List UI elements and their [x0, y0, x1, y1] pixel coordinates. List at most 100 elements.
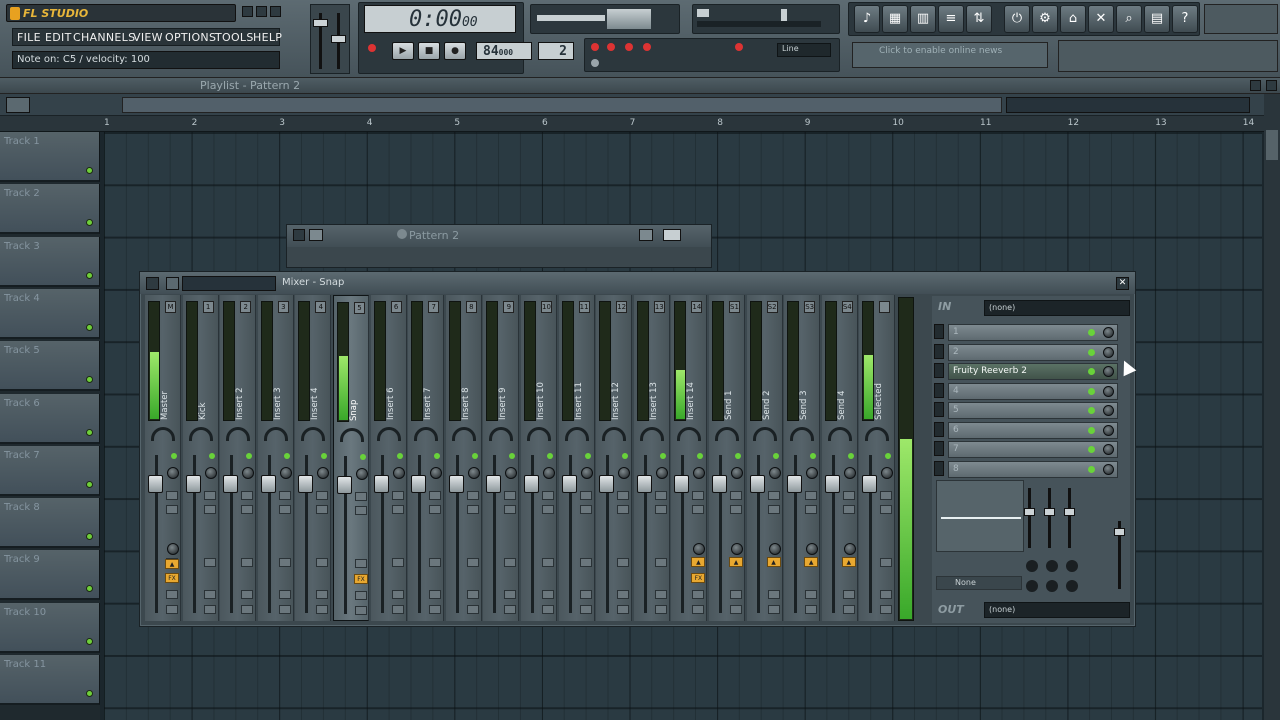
- panning-knob[interactable]: [715, 427, 739, 441]
- mixer-strip[interactable]: Selected: [859, 295, 896, 621]
- track-mute-led[interactable]: [86, 376, 93, 384]
- mixer-strip[interactable]: S4 Send 4 ▲: [821, 295, 858, 621]
- volume-fader[interactable]: [561, 475, 577, 493]
- route-slot[interactable]: [504, 590, 517, 599]
- fx-mix-knob[interactable]: [1103, 327, 1114, 338]
- stereo-separation-knob[interactable]: [806, 467, 819, 479]
- track-header[interactable]: Track 9: [0, 550, 100, 601]
- mute-led[interactable]: [509, 453, 516, 459]
- route-slot[interactable]: [617, 605, 630, 614]
- route-slot[interactable]: [579, 605, 592, 614]
- stop-button[interactable]: ■: [418, 42, 440, 60]
- eq-freq-knob[interactable]: [1066, 560, 1078, 572]
- fx-slot-menu-button[interactable]: [934, 363, 944, 378]
- master-volume-slider[interactable]: [313, 19, 328, 27]
- gear-icon[interactable]: [397, 229, 407, 239]
- eq-mid-slider[interactable]: [1044, 508, 1055, 516]
- mixer-strip[interactable]: 13 Insert 13: [633, 295, 670, 621]
- route-slot[interactable]: [654, 605, 667, 614]
- mixer-strip[interactable]: 3 Insert 3: [257, 295, 294, 621]
- route-slot[interactable]: [278, 590, 291, 599]
- mute-led[interactable]: [246, 453, 253, 459]
- fx-slot-menu-button[interactable]: [934, 421, 944, 437]
- route-slot[interactable]: [654, 505, 667, 514]
- mute-led[interactable]: [735, 453, 741, 459]
- mixer-strip[interactable]: 7 Insert 7: [408, 295, 445, 621]
- mute-led[interactable]: [321, 453, 328, 459]
- time-display[interactable]: 0:0000: [364, 5, 516, 33]
- record-indicator[interactable]: [368, 44, 376, 52]
- volume-fader[interactable]: [674, 475, 690, 493]
- piano-icon[interactable]: [663, 229, 681, 241]
- panning-knob[interactable]: [188, 427, 213, 441]
- mixer-strip[interactable]: 6 Insert 6: [370, 295, 407, 621]
- route-slot[interactable]: [617, 558, 630, 567]
- fx-enable-led[interactable]: [1088, 446, 1095, 453]
- stereo-separation-knob[interactable]: [167, 467, 179, 479]
- route-slot[interactable]: [542, 590, 554, 599]
- route-slot[interactable]: [542, 558, 554, 567]
- volume-fader[interactable]: [411, 475, 427, 493]
- route-slot[interactable]: [767, 505, 780, 514]
- fx-slot-menu-button[interactable]: [934, 324, 944, 339]
- route-slot[interactable]: [504, 505, 517, 514]
- fx-mix-knob[interactable]: [1103, 405, 1114, 416]
- mute-led[interactable]: [471, 453, 478, 459]
- stereo-separation-knob[interactable]: [618, 467, 631, 479]
- minimize-button[interactable]: [242, 6, 253, 17]
- route-slot[interactable]: [316, 558, 329, 567]
- route-slot[interactable]: [654, 491, 667, 500]
- route-slot[interactable]: [880, 505, 893, 514]
- route-slot[interactable]: [355, 606, 367, 615]
- mixer-strip[interactable]: 10 Insert 10: [521, 295, 557, 621]
- option-led[interactable]: [643, 43, 651, 51]
- track-header[interactable]: Track 7: [0, 445, 100, 496]
- menu-icon[interactable]: [293, 229, 305, 241]
- route-slot[interactable]: [692, 491, 705, 500]
- stereo-separation-knob[interactable]: [505, 467, 518, 479]
- playlist-zoom-bar[interactable]: [1006, 97, 1250, 113]
- plugin-icon[interactable]: ⚙: [1032, 5, 1058, 33]
- route-slot[interactable]: [466, 605, 479, 614]
- close-icon[interactable]: [270, 6, 281, 17]
- route-slot[interactable]: [466, 505, 479, 514]
- fx-enable-led[interactable]: [1088, 407, 1095, 414]
- fx-slot[interactable]: 7: [948, 441, 1118, 458]
- track-mute-led[interactable]: [86, 637, 93, 645]
- track-header[interactable]: Track 1: [0, 132, 100, 182]
- midi-icon[interactable]: ⌂: [1060, 5, 1086, 33]
- route-slot[interactable]: [805, 505, 818, 514]
- mixer-strip[interactable]: S3 Send 3 ▲: [784, 295, 821, 621]
- panning-knob[interactable]: [263, 427, 288, 441]
- search-icon[interactable]: ⌕: [1116, 5, 1142, 33]
- send-level-knob[interactable]: [843, 543, 856, 555]
- track-mute-led[interactable]: [86, 167, 93, 174]
- volume-fader[interactable]: [599, 475, 615, 493]
- fx-enable-led[interactable]: [1088, 368, 1095, 375]
- close-icon[interactable]: [1266, 80, 1277, 91]
- route-slot[interactable]: [805, 590, 818, 599]
- volume-fader[interactable]: [298, 475, 314, 493]
- track-header[interactable]: Track 4: [0, 288, 100, 339]
- mixer-strip[interactable]: M Master FX ▲: [145, 295, 181, 621]
- route-slot[interactable]: [278, 558, 291, 567]
- volume-fader[interactable]: [787, 475, 803, 493]
- mute-led[interactable]: [622, 453, 629, 459]
- route-slot[interactable]: [316, 491, 329, 500]
- eq-preset-select[interactable]: None: [936, 576, 1022, 590]
- stereo-separation-knob[interactable]: [843, 467, 856, 479]
- route-slot[interactable]: [203, 590, 216, 599]
- mixer-strip[interactable]: 14 Insert 14 FX ▲: [671, 295, 708, 621]
- record-button[interactable]: ●: [444, 42, 466, 60]
- route-slot[interactable]: [355, 559, 367, 568]
- mute-led[interactable]: [885, 453, 892, 459]
- route-slot[interactable]: [730, 605, 742, 614]
- menu-edit[interactable]: EDIT: [45, 31, 72, 44]
- fx-slot[interactable]: 1: [948, 324, 1118, 341]
- fx-mix-knob[interactable]: [1103, 424, 1114, 436]
- fx-slot-menu-button[interactable]: [934, 460, 944, 476]
- menu-channels[interactable]: CHANNELS: [73, 31, 135, 44]
- eq-freq-knob[interactable]: [1046, 560, 1058, 572]
- route-slot[interactable]: [391, 590, 404, 599]
- route-slot[interactable]: [805, 605, 818, 614]
